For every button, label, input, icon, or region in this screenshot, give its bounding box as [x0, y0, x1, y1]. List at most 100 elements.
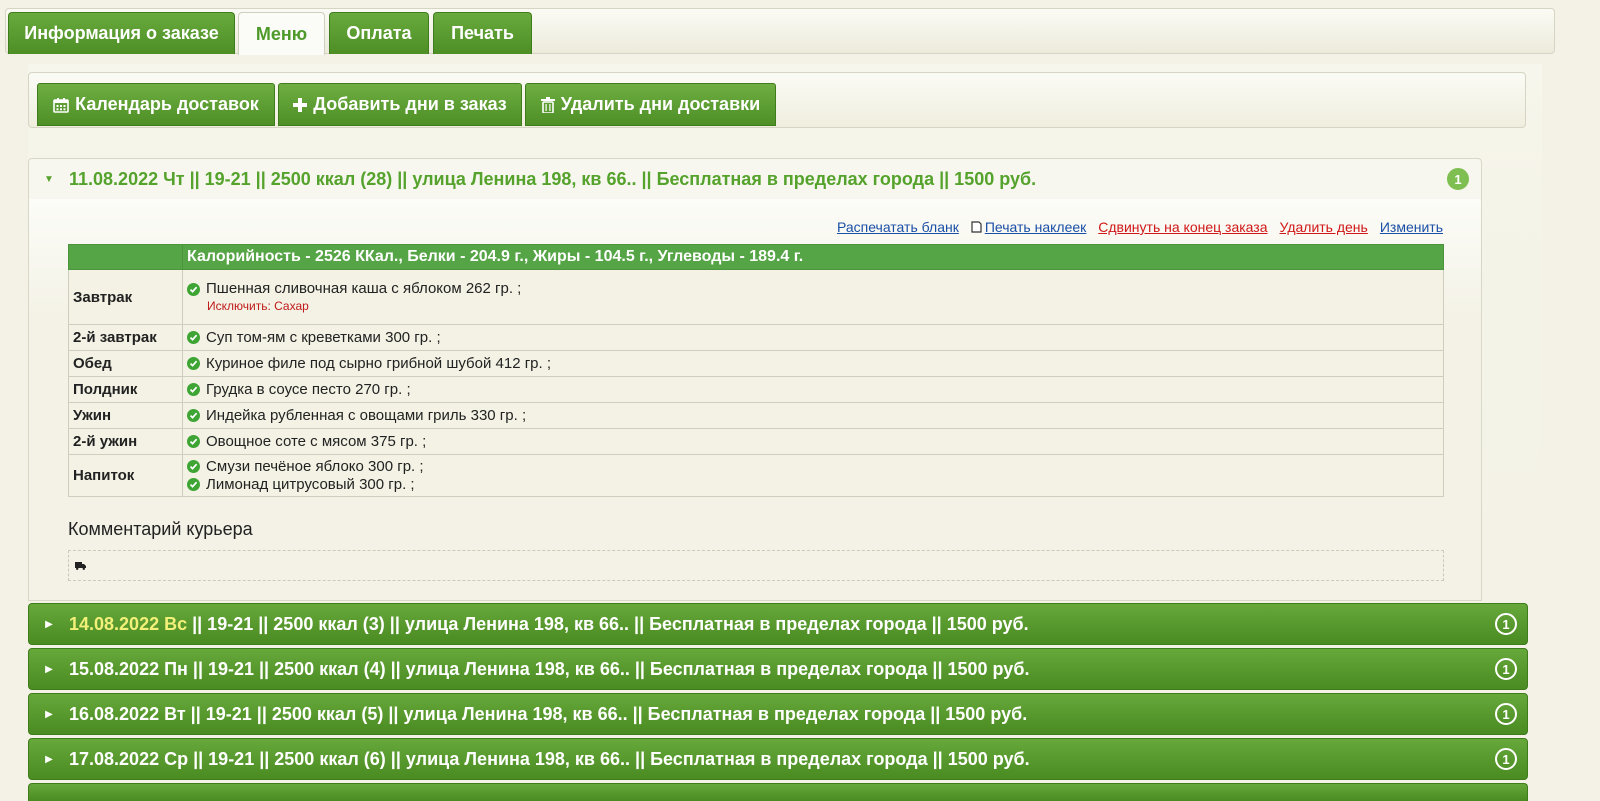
meal-items: Суп том-ям с креветками 300 гр. ; [182, 324, 1444, 351]
courier-comment-title: Комментарий курьера [68, 519, 253, 539]
day-count-badge: 1 [1495, 658, 1517, 680]
table-row: Напиток Смузи печёное яблоко 300 гр. ; Л… [68, 454, 1444, 497]
move-to-end-link[interactable]: Сдвинуть на конец заказа [1098, 219, 1267, 235]
menu-item: Суп том-ям с креветками 300 гр. ; [187, 329, 1439, 347]
meal-name: Обед [68, 350, 183, 377]
day-header[interactable]: ▶ 17.08.2022 Ср || 19-21 || 2500 ккал (6… [28, 738, 1528, 780]
meal-items: Овощное соте с мясом 375 гр. ; [182, 428, 1444, 455]
tab-order-info[interactable]: Информация о заказе [8, 12, 235, 54]
day-count-badge: 1 [1495, 613, 1517, 635]
edit-day-link[interactable]: Изменить [1380, 219, 1443, 235]
meal-items: Грудка в соусе песто 270 гр. ; [182, 376, 1444, 403]
header-empty-cell [68, 244, 183, 270]
calendar-button-label: Календарь доставок [75, 94, 259, 114]
order-page: Информация о заказе Меню Оплата Печать К… [0, 0, 1600, 801]
day-toolbar: Календарь доставок Добавить дни в заказ … [28, 72, 1526, 128]
menu-item-text: Суп том-ям с креветками 300 гр. ; [206, 328, 441, 346]
tab-menu[interactable]: Меню [238, 12, 325, 55]
meal-items: Смузи печёное яблоко 300 гр. ; Лимонад ц… [182, 454, 1444, 497]
table-row: Завтрак Пшенная сливочная каша с яблоком… [68, 269, 1444, 325]
trash-icon [540, 96, 555, 113]
check-circle-icon [187, 460, 200, 473]
table-row: Обед Куриное филе под сырно грибной шубо… [68, 350, 1444, 377]
day-header[interactable]: ▶ 16.08.2022 Вт || 19-21 || 2500 ккал (5… [28, 693, 1528, 735]
menu-table: Калорийность - 2526 ККал., Белки - 204.9… [68, 244, 1444, 497]
menu-item: Овощное соте с мясом 375 гр. ; [187, 433, 1439, 451]
print-form-link[interactable]: Распечатать бланк [837, 219, 959, 235]
table-row: 2-й завтрак Суп том-ям с креветками 300 … [68, 324, 1444, 351]
menu-table-header: Калорийность - 2526 ККал., Белки - 204.9… [68, 244, 1444, 270]
exclusion-note: Исключить: Сахар [207, 299, 309, 313]
truck-icon [75, 561, 86, 570]
meal-name: Ужин [68, 402, 183, 429]
day-date: 15.08.2022 Пн [69, 658, 188, 679]
check-circle-icon [187, 383, 200, 396]
day-summary: || 19-21 || 2500 ккал (28) || улица Лени… [184, 168, 1037, 189]
menu-item-text: Пшенная сливочная каша с яблоком 262 гр.… [206, 280, 522, 297]
check-circle-icon [187, 357, 200, 370]
menu-item: Куриное филе под сырно грибной шубой 412… [187, 355, 1439, 373]
table-row: Ужин Индейка рубленная с овощами гриль 3… [68, 402, 1444, 429]
menu-item-text: Лимонад цитрусовый 300 гр. ; [206, 475, 415, 493]
calendar-button[interactable]: Календарь доставок [37, 83, 275, 126]
meal-name: 2-й завтрак [68, 324, 183, 351]
menu-item-text: Индейка рубленная с овощами гриль 330 гр… [206, 406, 527, 424]
caret-right-icon: ▶ [45, 708, 53, 720]
menu-item-text: Смузи печёное яблоко 300 гр. ; [206, 457, 424, 475]
check-circle-icon [187, 435, 200, 448]
tab-payment[interactable]: Оплата [329, 12, 429, 54]
add-days-button-label: Добавить дни в заказ [313, 94, 507, 114]
day-date: 16.08.2022 Вт [69, 703, 186, 724]
plus-icon [293, 97, 308, 112]
menu-item: Смузи печёное яблоко 300 гр. ; [187, 458, 1439, 476]
table-row: 2-й ужин Овощное соте с мясом 375 гр. ; [68, 428, 1444, 455]
day-header-open[interactable]: ▼ 11.08.2022 Чт || 19-21 || 2500 ккал (2… [28, 158, 1482, 200]
document-icon [971, 221, 982, 233]
tab-print[interactable]: Печать [433, 12, 532, 54]
day-summary: || 19-21 || 2500 ккал (3) || улица Ленин… [187, 613, 1029, 634]
check-circle-icon [187, 478, 200, 491]
menu-item: Индейка рубленная с овощами гриль 330 гр… [187, 407, 1439, 425]
add-days-button[interactable]: Добавить дни в заказ [278, 83, 522, 126]
print-labels-label: Печать наклеек [984, 219, 1087, 235]
meal-name: Завтрак [68, 269, 183, 325]
menu-item: Пшенная сливочная каша с яблоком 262 гр.… [187, 280, 1439, 298]
meal-items: Индейка рубленная с овощами гриль 330 гр… [182, 402, 1444, 429]
delete-day-link[interactable]: Удалить день [1280, 219, 1368, 235]
meal-name: Напиток [68, 454, 183, 497]
day-summary: || 19-21 || 2500 ккал (6) || улица Ленин… [188, 748, 1030, 769]
meal-name: Полдник [68, 376, 183, 403]
menu-item-text: Грудка в соусе песто 270 гр. ; [206, 380, 411, 398]
day-date: 11.08.2022 Чт [69, 168, 185, 189]
courier-comment-field[interactable] [68, 550, 1444, 581]
print-labels-link[interactable]: Печать наклеек [971, 219, 1086, 235]
delete-days-button-label: Удалить дни доставки [560, 94, 761, 114]
menu-item-text: Куриное филе под сырно грибной шубой 412… [206, 354, 552, 372]
delete-days-button[interactable]: Удалить дни доставки [525, 83, 776, 126]
day-summary: || 19-21 || 2500 ккал (5) || улица Ленин… [185, 703, 1028, 724]
day-header[interactable]: ▶ 15.08.2022 Пн || 19-21 || 2500 ккал (4… [28, 648, 1528, 690]
caret-right-icon: ▶ [45, 618, 53, 630]
check-circle-icon [187, 331, 200, 344]
meal-items: Куриное филе под сырно грибной шубой 412… [182, 350, 1444, 377]
day-count-badge: 1 [1495, 703, 1517, 725]
caret-right-icon: ▶ [45, 663, 53, 675]
tab-bar: Информация о заказе Меню Оплата Печать [5, 8, 1555, 55]
table-row: Полдник Грудка в соусе песто 270 гр. ; [68, 376, 1444, 403]
day-count-badge: 1 [1447, 168, 1469, 190]
nutrition-summary: Калорийность - 2526 ККал., Белки - 204.9… [182, 244, 1444, 270]
day-summary: || 19-21 || 2500 ккал (4) || улица Ленин… [187, 658, 1030, 679]
menu-item: Лимонад цитрусовый 300 гр. ; [187, 476, 1439, 494]
menu-item-text: Овощное соте с мясом 375 гр. ; [206, 432, 427, 450]
day-header[interactable]: ▶ 14.08.2022 Вс || 19-21 || 2500 ккал (3… [28, 603, 1528, 645]
day-header-partial[interactable] [28, 783, 1528, 801]
day-date: 14.08.2022 Вс [69, 613, 188, 634]
caret-down-icon: ▼ [44, 173, 54, 185]
day-details: Распечатать бланк Печать наклеек Сдвинут… [28, 199, 1482, 601]
meal-name: 2-й ужин [68, 428, 183, 455]
day-actions: Распечатать бланк Печать наклеек Сдвинут… [837, 219, 1443, 235]
meal-items: Пшенная сливочная каша с яблоком 262 гр.… [182, 269, 1444, 325]
day-date: 17.08.2022 Ср [69, 748, 189, 769]
check-circle-icon [187, 409, 200, 422]
caret-right-icon: ▶ [45, 753, 53, 765]
